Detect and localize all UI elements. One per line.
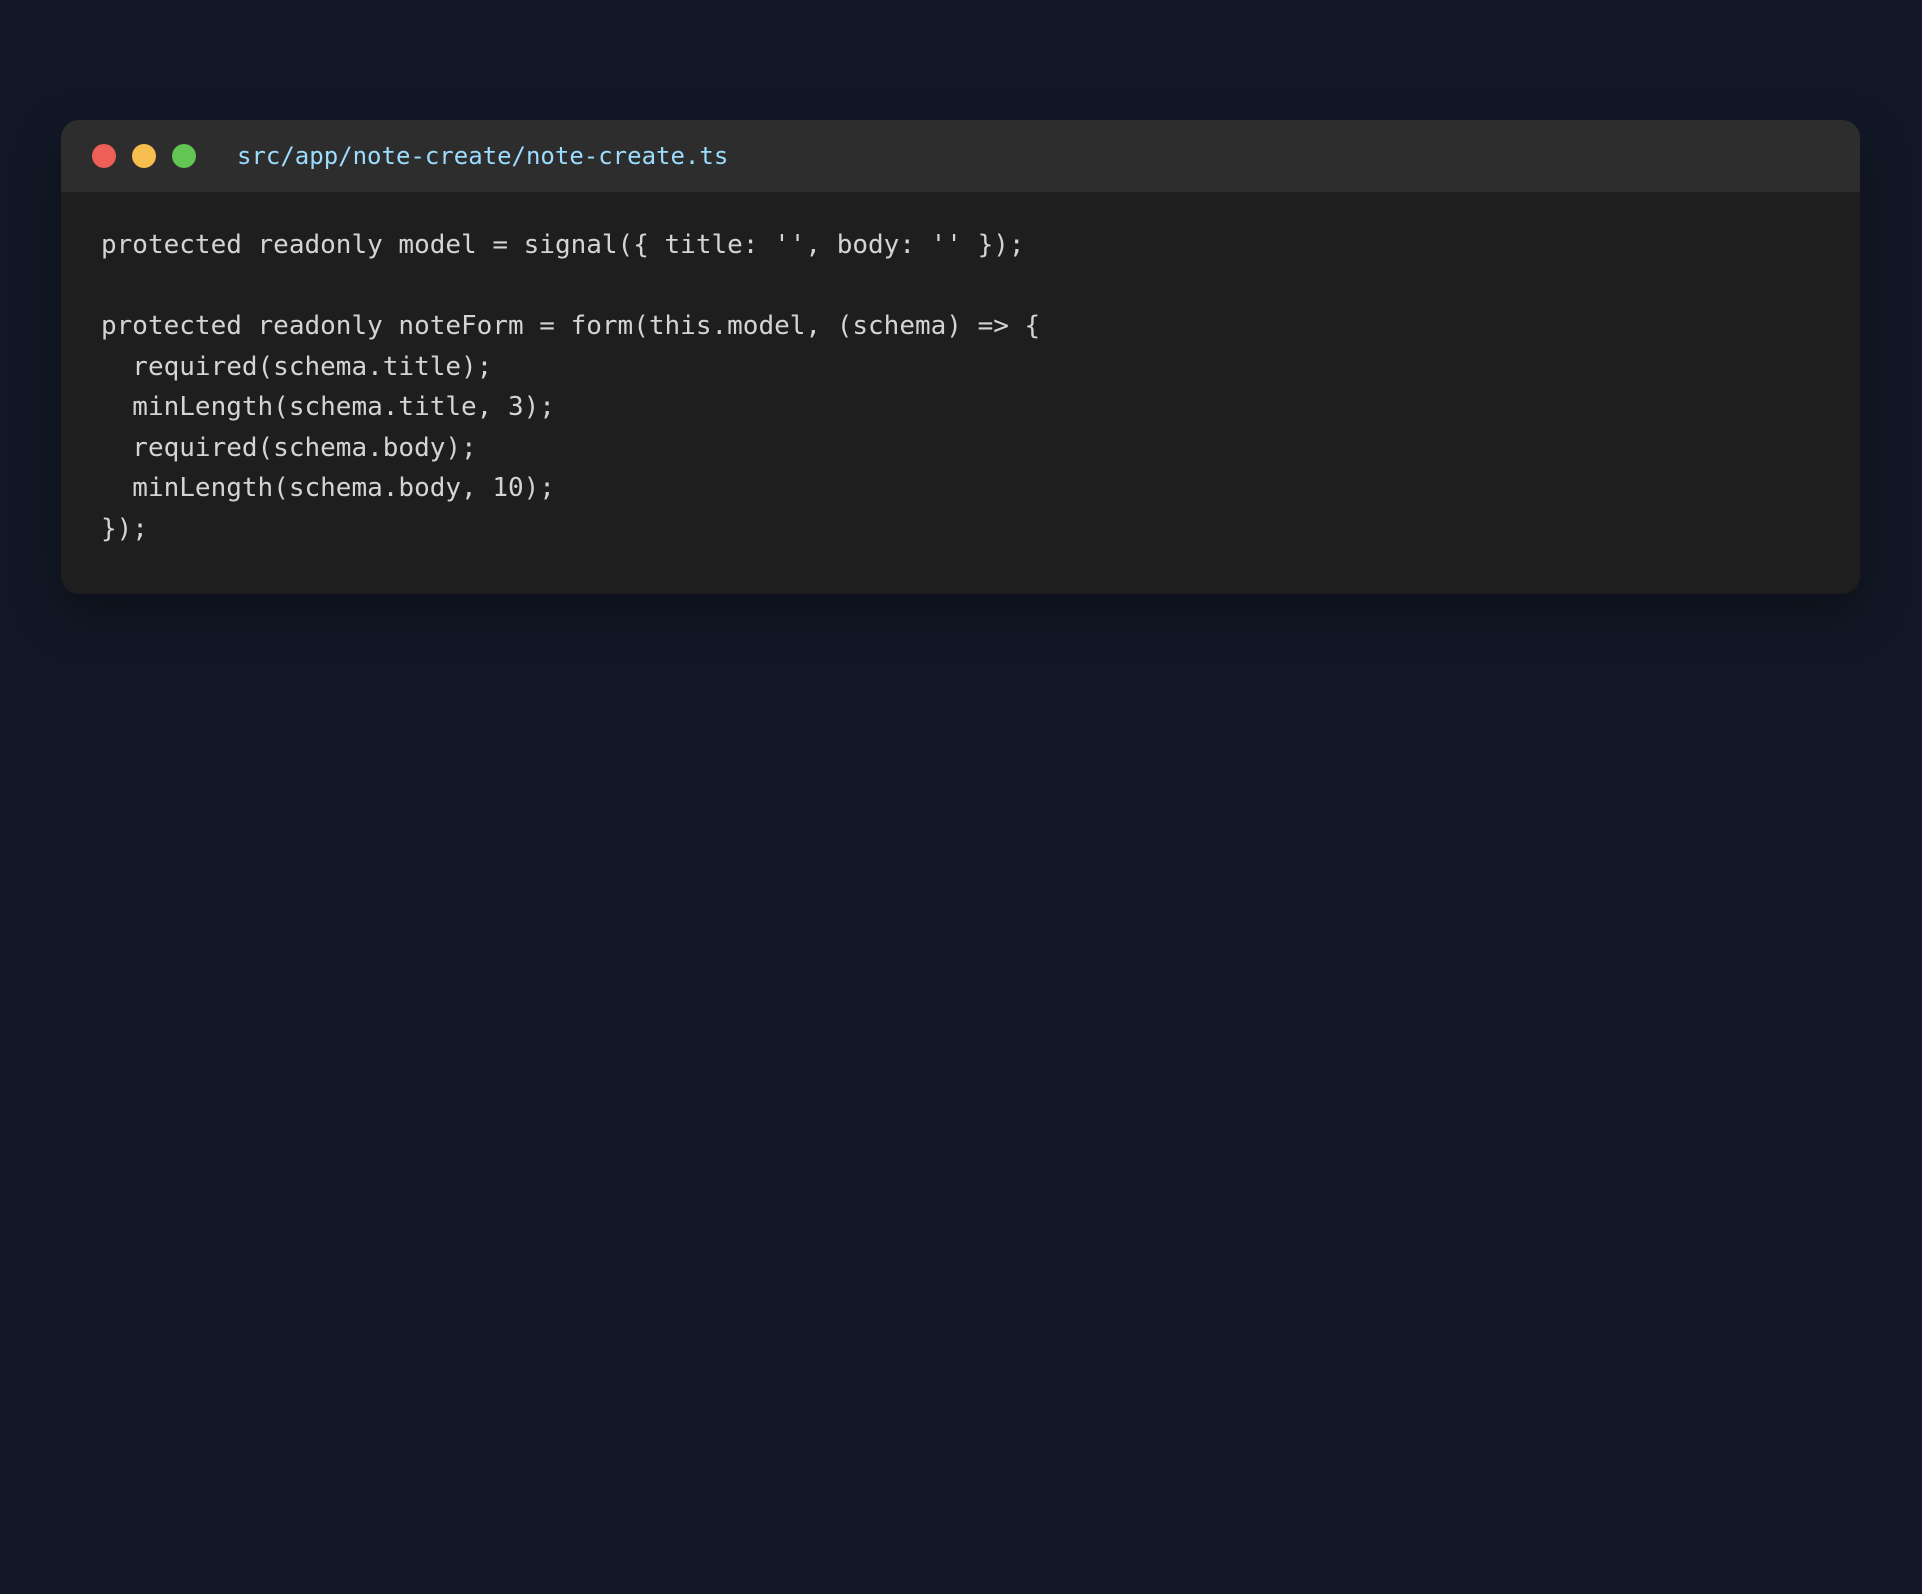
- code-window: src/app/note-create/note-create.ts prote…: [61, 120, 1860, 594]
- minimize-window-button[interactable]: [132, 144, 156, 168]
- code-line: minLength(schema.title, 3);: [101, 392, 555, 422]
- close-window-button[interactable]: [92, 144, 116, 168]
- code-line: protected readonly noteForm = form(this.…: [101, 311, 1041, 341]
- code-line: required(schema.title);: [101, 351, 493, 382]
- code-line: });: [101, 513, 148, 544]
- maximize-window-button[interactable]: [172, 144, 196, 168]
- file-path: src/app/note-create/note-create.ts: [237, 142, 729, 170]
- code-block: protected readonly model = signal({ titl…: [61, 192, 1860, 549]
- code-line: protected readonly model = signal({ titl…: [101, 230, 1025, 260]
- code-line: required(schema.body);: [101, 432, 477, 463]
- code-line: minLength(schema.body, 10);: [101, 473, 555, 503]
- window-titlebar: src/app/note-create/note-create.ts: [61, 120, 1860, 192]
